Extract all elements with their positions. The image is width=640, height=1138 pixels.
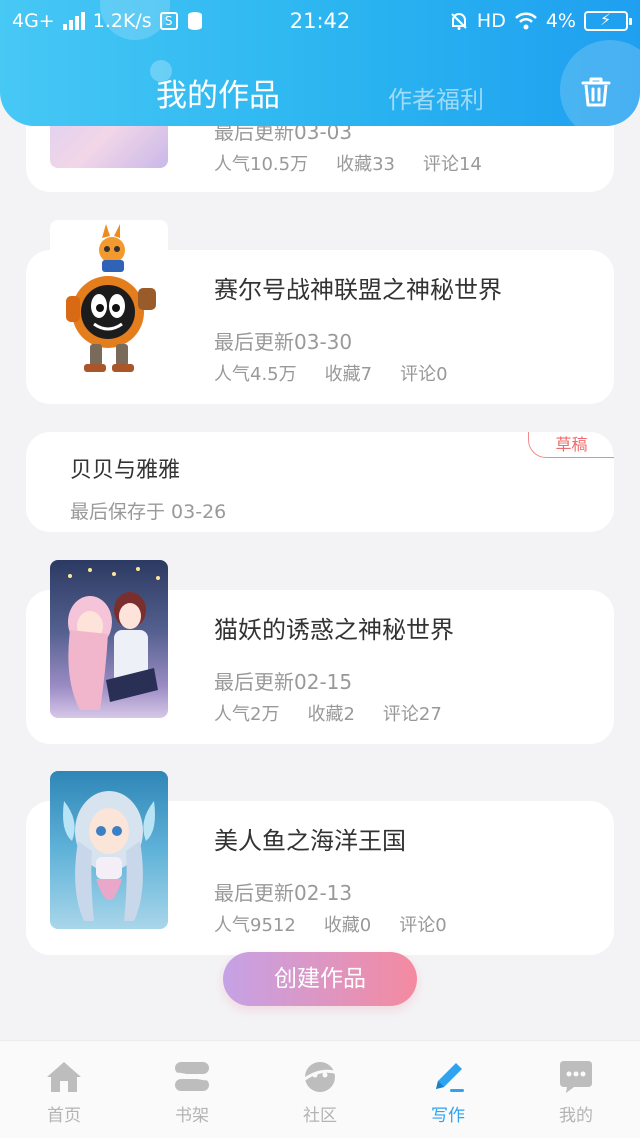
bookshelf-icon (175, 1062, 209, 1091)
create-work-button[interactable]: 创建作品 (223, 952, 417, 1006)
favorites: 收藏7 (324, 364, 373, 385)
battery-percent: 4% (545, 10, 576, 32)
wifi-icon (514, 12, 537, 30)
nav-profile[interactable]: 我的 (512, 1041, 640, 1138)
comments: 评论0 (399, 915, 447, 936)
nav-write[interactable]: 写作 (384, 1041, 512, 1138)
home-icon (47, 1062, 81, 1092)
favorites: 收藏0 (323, 915, 372, 936)
draft-title: 贝贝与雅雅 (70, 458, 181, 483)
nav-home[interactable]: 首页 (0, 1041, 128, 1138)
tab-author-welfare[interactable]: 作者福利 (388, 80, 484, 115)
work-title: 猫妖的诱惑之神秘世界 (214, 616, 454, 644)
popularity: 人气10.5万 (214, 154, 309, 175)
nav-community[interactable]: 社区 (256, 1041, 384, 1138)
mute-bell-icon (451, 13, 467, 30)
work-date: 最后更新02-13 (214, 881, 353, 905)
draft-date: 最后保存于 03-26 (70, 501, 227, 523)
nav-label: 首页 (47, 1106, 81, 1126)
popularity: 人气2万 (214, 704, 280, 725)
nav-label: 写作 (431, 1106, 465, 1126)
popularity: 人气4.5万 (214, 364, 297, 385)
draft-badge: 草稿 (528, 432, 614, 458)
app-header: 4G+ 1.2K/s S 21:42 HD 4% ⚡ 我的作品 作者福利 (0, 0, 640, 126)
status-bar: 4G+ 1.2K/s S 21:42 HD 4% ⚡ (0, 0, 640, 44)
nav-label: 书架 (175, 1106, 209, 1126)
anime-illustration (68, 567, 160, 710)
work-stats: 人气9512 收藏0 评论0 (214, 911, 475, 937)
work-cover (50, 220, 168, 378)
work-cover (50, 560, 168, 718)
page-title[interactable]: 我的作品 (156, 70, 280, 115)
favorites: 收藏33 (336, 154, 395, 175)
work-date: 最后更新03-30 (214, 330, 353, 354)
write-icon (436, 1063, 464, 1092)
community-icon (301, 1062, 339, 1092)
battery-icon: ⚡ (584, 10, 632, 31)
work-date: 最后更新02-15 (214, 670, 353, 694)
work-stats: 人气10.5万 收藏33 评论14 (214, 150, 510, 176)
work-title: 美人鱼之海洋王国 (214, 827, 406, 855)
nav-label: 我的 (559, 1106, 593, 1126)
nav-bookshelf[interactable]: 书架 (128, 1041, 256, 1138)
comments: 评论0 (400, 364, 448, 385)
mermaid-illustration (63, 791, 155, 921)
trash-icon[interactable] (578, 74, 614, 110)
nav-label: 社区 (303, 1106, 337, 1126)
work-title: 赛尔号战神联盟之神秘世界 (214, 276, 502, 304)
favorites: 收藏2 (307, 704, 355, 725)
work-stats: 人气4.5万 收藏7 评论0 (214, 360, 476, 386)
work-cover (50, 771, 168, 929)
comments: 评论14 (422, 154, 482, 175)
popularity: 人气9512 (214, 915, 296, 936)
robot-illustration (66, 224, 156, 372)
bottom-nav: 首页 书架 社区 写作 我的 (0, 1040, 640, 1138)
work-stats: 人气2万 收藏2 评论27 (214, 700, 470, 726)
profile-icon (560, 1061, 592, 1093)
comments: 评论27 (382, 704, 442, 725)
hd-label: HD (476, 10, 506, 32)
